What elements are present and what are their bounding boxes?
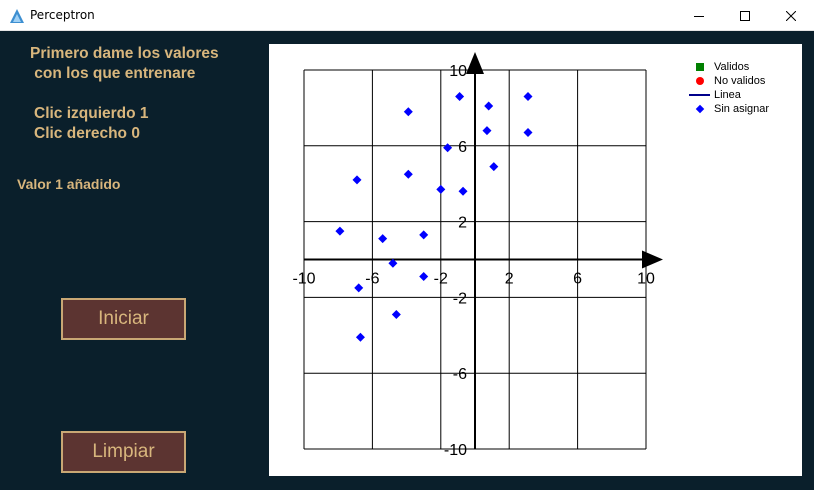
legend-label: Linea bbox=[714, 89, 741, 101]
y-tick-label: 10 bbox=[449, 63, 467, 80]
legend-label: Validos bbox=[714, 61, 750, 73]
left-click-label: Clic izquierdo 1 bbox=[34, 105, 149, 122]
start-button[interactable]: Iniciar bbox=[61, 298, 186, 340]
legend-item-no-validos: No validos bbox=[687, 74, 769, 88]
main-panel: Primero dame los valores con los que ent… bbox=[0, 31, 814, 490]
clear-button[interactable]: Limpiar bbox=[61, 431, 186, 473]
data-point bbox=[378, 234, 388, 244]
data-point bbox=[455, 92, 465, 102]
y-tick-label: -2 bbox=[453, 290, 467, 307]
data-point bbox=[419, 272, 429, 282]
maximize-button[interactable] bbox=[722, 0, 768, 31]
x-tick-label: 10 bbox=[637, 271, 655, 288]
status-label: Valor 1 añadido bbox=[17, 176, 121, 192]
x-tick-label: -10 bbox=[292, 271, 315, 288]
data-point bbox=[419, 230, 429, 240]
data-point bbox=[436, 184, 446, 194]
x-tick-label: 6 bbox=[573, 271, 582, 288]
chart-legend: Validos No validos Linea Sin asignar bbox=[687, 60, 769, 116]
legend-label: No validos bbox=[714, 75, 766, 87]
legend-item-linea: Linea bbox=[687, 88, 769, 102]
data-point bbox=[523, 128, 533, 138]
legend-label: Sin asignar bbox=[714, 103, 770, 115]
y-tick-label: -6 bbox=[453, 366, 467, 383]
right-click-label: Clic derecho 0 bbox=[34, 125, 140, 142]
red-circle-icon bbox=[696, 77, 704, 85]
legend-item-validos: Validos bbox=[687, 60, 769, 74]
y-tick-label: -10 bbox=[444, 442, 467, 459]
close-button[interactable] bbox=[768, 0, 814, 31]
blue-diamond-icon bbox=[695, 104, 705, 114]
data-point bbox=[443, 143, 453, 153]
data-point bbox=[482, 126, 492, 136]
data-point bbox=[489, 162, 499, 172]
y-tick-label: 2 bbox=[458, 215, 467, 232]
green-square-icon bbox=[696, 63, 704, 71]
window-title: Perceptron bbox=[30, 8, 95, 22]
app-icon bbox=[10, 9, 24, 23]
data-point bbox=[403, 107, 413, 117]
maximize-icon bbox=[740, 10, 750, 21]
x-tick-label: 2 bbox=[505, 271, 514, 288]
data-point bbox=[352, 175, 362, 185]
x-axis-arrow bbox=[642, 250, 663, 269]
data-point bbox=[391, 309, 401, 319]
close-icon bbox=[786, 10, 796, 21]
data-point bbox=[354, 283, 364, 293]
data-point bbox=[335, 226, 345, 236]
y-axis-arrow bbox=[466, 52, 484, 74]
data-point bbox=[458, 186, 468, 196]
minimize-icon bbox=[694, 15, 704, 17]
instruction-label: Primero dame los valores con los que ent… bbox=[30, 45, 219, 82]
chart-area[interactable]: -10 -6 -2 2 6 10 -10 -6 -2 2 6 10 Validos No valido… bbox=[269, 44, 802, 476]
y-tick-label: 6 bbox=[458, 139, 467, 156]
data-point bbox=[355, 332, 365, 342]
data-point bbox=[403, 169, 413, 179]
data-point bbox=[523, 92, 533, 102]
title-bar: Perceptron bbox=[0, 0, 814, 31]
x-tick-label: -2 bbox=[434, 271, 448, 288]
minimize-button[interactable] bbox=[676, 0, 722, 31]
legend-item-sin-asignar: Sin asignar bbox=[687, 102, 769, 116]
data-point bbox=[484, 101, 494, 111]
x-tick-label: -6 bbox=[365, 271, 379, 288]
line-icon bbox=[689, 94, 710, 96]
